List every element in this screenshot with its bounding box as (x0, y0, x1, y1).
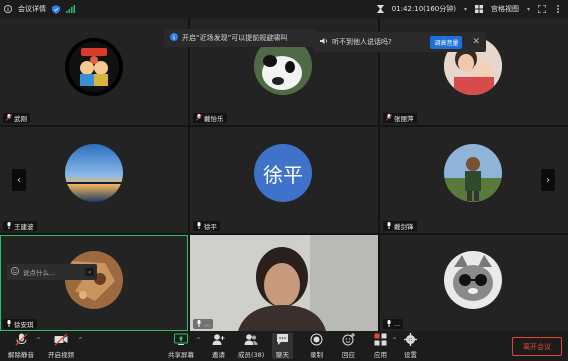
leave-meeting-button[interactable]: 离开会议 (512, 337, 562, 356)
share-screen-icon (174, 333, 188, 348)
share-screen-button[interactable]: 共享屏幕 (168, 333, 194, 359)
start-video-button[interactable]: 开启视频 (48, 333, 74, 359)
info-icon (170, 33, 178, 43)
record-button[interactable]: 录制 (310, 333, 323, 359)
chat-button[interactable]: 聊天 (272, 333, 293, 359)
members-button[interactable]: 成员(38) (238, 333, 264, 359)
mic-icon (6, 221, 12, 231)
grid-view-icon[interactable] (474, 5, 483, 13)
mic-icon (196, 319, 202, 329)
members-icon (244, 333, 258, 348)
mic-icon (196, 221, 202, 231)
participant-tile[interactable]: 王建波 (0, 127, 188, 233)
name-tag: 戴剑锋 (383, 221, 417, 231)
meeting-timer: 01:42:10(160分钟) (391, 5, 456, 13)
next-page-arrow-icon[interactable]: › (541, 169, 555, 191)
close-icon[interactable]: ✕ (472, 37, 480, 47)
avatar (65, 144, 123, 202)
name-tag: ... (383, 319, 404, 329)
reactions-button[interactable]: 回应 (342, 333, 355, 359)
chat-icon (276, 333, 289, 348)
avatar (444, 251, 502, 309)
gear-icon (404, 333, 417, 348)
settings-button[interactable]: 设置 (404, 333, 417, 359)
chevron-up-icon[interactable]: ^ (196, 337, 201, 344)
info-icon[interactable] (4, 5, 12, 13)
speaker-icon (320, 37, 328, 47)
participant-tile[interactable]: 徐平 徐平 (190, 127, 378, 233)
reaction-icon (342, 333, 355, 348)
muted-mic-icon (15, 333, 28, 348)
participant-tile[interactable]: 戴剑锋 (380, 127, 568, 233)
name-tag: ... (193, 319, 214, 329)
avatar (444, 144, 502, 202)
muted-mic-icon (5, 113, 13, 123)
more-icon[interactable] (554, 5, 562, 13)
fullscreen-icon[interactable] (538, 5, 546, 13)
participant-tile[interactable]: 武刚 (0, 18, 188, 125)
signal-icon[interactable] (66, 5, 75, 13)
muted-mic-icon (195, 113, 203, 123)
add-user-icon (212, 333, 225, 348)
name-tag: 徐安琪 (3, 319, 37, 329)
muted-mic-icon (385, 113, 393, 123)
participant-tile[interactable]: ... (380, 235, 568, 331)
unmute-button[interactable]: 解除静音 (8, 333, 34, 359)
name-tag: 张丽萍 (383, 113, 417, 123)
mic-icon (386, 319, 392, 329)
mic-icon (386, 221, 392, 231)
raise-volume-button[interactable]: 调高音量 (430, 35, 463, 49)
chevron-up-icon[interactable]: ^ (78, 337, 83, 344)
view-mode-selector[interactable]: 宫格视图 (491, 4, 519, 14)
shield-icon[interactable] (52, 4, 60, 14)
prev-page-arrow-icon[interactable]: ‹ (12, 169, 26, 191)
participant-tile-active-speaker[interactable]: 徐安琪 (0, 235, 188, 331)
apps-button[interactable]: 应用 (374, 333, 387, 359)
collapse-arrow-icon[interactable]: ‹ (85, 268, 94, 276)
chevron-down-icon[interactable]: ▾ (527, 6, 530, 13)
camera-off-icon (54, 333, 68, 348)
video-grid: 武刚 戴怡乐 张丽萍 王建波 徐平 徐平 戴剑锋 徐安琪 ... ... (0, 18, 568, 331)
name-tag: 戴怡乐 (193, 113, 227, 123)
audio-hint-popup: 听不到他人说话吗? 调高音量 ✕ (314, 32, 486, 52)
apps-icon (374, 333, 387, 348)
invite-button[interactable]: 邀请 (212, 333, 225, 359)
chevron-up-icon[interactable]: ^ (36, 337, 41, 344)
chevron-down-icon[interactable]: ▾ (464, 6, 467, 13)
name-tag: 王建波 (3, 221, 37, 231)
bottom-toolbar: 解除静音 ^ 开启视频 ^ 共享屏幕 ^ 邀请 成员(38) 聊天 录制 回应 … (0, 331, 568, 361)
record-icon (310, 333, 323, 348)
avatar (65, 38, 123, 96)
participant-video[interactable]: ... (190, 235, 378, 331)
video-feed (190, 235, 378, 331)
mic-icon (6, 319, 12, 329)
hourglass-icon (376, 5, 384, 13)
meeting-details-link[interactable]: 会议详情 (18, 4, 46, 14)
avatar: 徐平 (254, 144, 312, 202)
avatar (65, 251, 123, 309)
name-tag: 武刚 (3, 113, 30, 123)
chat-quick-input[interactable]: 说点什么... ‹ (7, 264, 97, 280)
name-tag: 徐平 (193, 221, 220, 231)
top-bar: 会议详情 01:42:10(160分钟) ▾ 宫格视图 ▾ (0, 0, 568, 18)
emoji-icon[interactable] (11, 267, 19, 277)
nearby-discovery-notice[interactable]: 开启“近场发现”可以提前规避啸叫 (164, 29, 318, 47)
chevron-up-icon[interactable]: ^ (392, 337, 397, 344)
